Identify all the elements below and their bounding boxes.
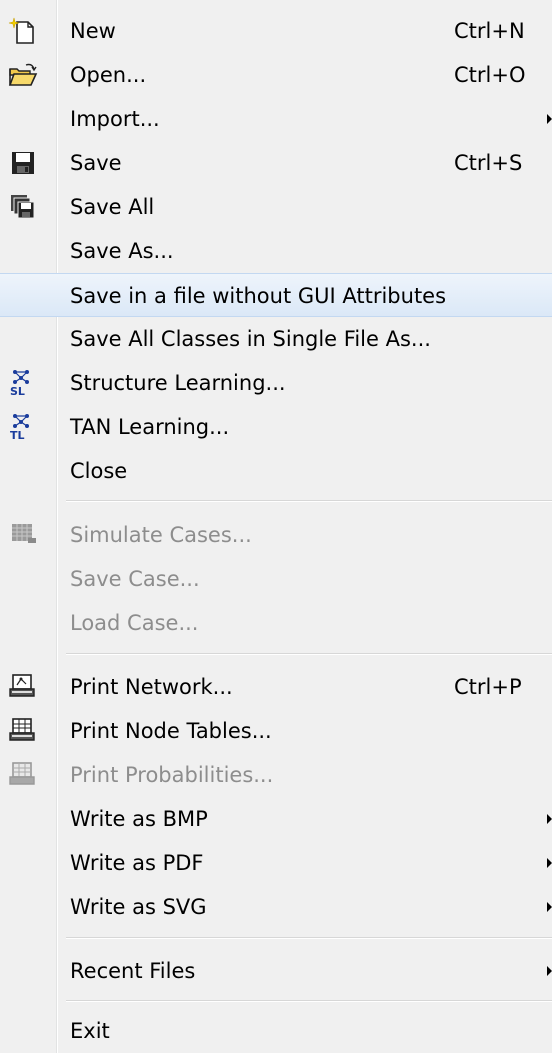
new-file-icon (8, 17, 38, 45)
menu-item-tan-learning[interactable]: TL TAN Learning... (0, 405, 552, 449)
menu-item-label: Print Probabilities... (70, 763, 274, 787)
menu-item-label: Close (70, 459, 128, 483)
menu-item-save-all[interactable]: Save All (0, 185, 552, 229)
simulate-cases-icon (8, 521, 38, 549)
svg-text:TL: TL (10, 429, 25, 441)
open-folder-icon (8, 61, 38, 89)
save-all-icon (8, 193, 38, 221)
menu-item-label: TAN Learning... (70, 415, 230, 439)
menu-item-label: Simulate Cases... (70, 523, 252, 547)
menu-item-label: Recent Files (70, 959, 196, 983)
svg-text:SL: SL (10, 385, 25, 397)
menu-item-label: Save All Classes in Single File As... (70, 327, 431, 351)
menu-item-recent-files[interactable]: Recent Files (0, 949, 552, 993)
menu-item-import[interactable]: Import... (0, 97, 552, 141)
print-network-icon (8, 673, 38, 701)
submenu-arrow-icon (547, 114, 552, 124)
menu-item-print-node-tables[interactable]: Print Node Tables... (0, 709, 552, 753)
menu-item-label: Write as PDF (70, 851, 204, 875)
menu-item-label: Exit (70, 1019, 110, 1043)
menu-item-label: Open... (70, 63, 147, 87)
menu-item-print-probabilities[interactable]: Print Probabilities... (0, 753, 552, 797)
menu-separator (66, 653, 552, 655)
menu-item-label: Structure Learning... (70, 371, 286, 395)
tan-learning-icon: TL (8, 413, 38, 441)
menu-item-label: New (70, 19, 116, 43)
menu-item-write-pdf[interactable]: Write as PDF (0, 841, 552, 885)
menu-item-close[interactable]: Close (0, 449, 552, 493)
shortcut-text: Ctrl+N (454, 19, 525, 43)
file-menu: New Ctrl+N Open... Ctrl+O Import... Save… (0, 0, 552, 1053)
menu-item-label: Write as BMP (70, 807, 208, 831)
menu-separator (66, 500, 552, 502)
menu-item-write-svg[interactable]: Write as SVG (0, 885, 552, 929)
submenu-arrow-icon (547, 814, 552, 824)
menu-item-label: Print Node Tables... (70, 719, 272, 743)
print-tables-icon (8, 717, 38, 745)
menu-item-save-without-gui[interactable]: Save in a file without GUI Attributes (0, 273, 552, 317)
submenu-arrow-icon (547, 858, 552, 868)
menu-item-label: Print Network... (70, 675, 233, 699)
structure-learning-icon: SL (8, 369, 38, 397)
menu-item-load-case[interactable]: Load Case... (0, 601, 552, 645)
submenu-arrow-icon (547, 966, 552, 976)
menu-item-write-bmp[interactable]: Write as BMP (0, 797, 552, 841)
menu-item-save-all-classes[interactable]: Save All Classes in Single File As... (0, 317, 552, 361)
menu-item-open[interactable]: Open... Ctrl+O (0, 53, 552, 97)
menu-item-label: Save As... (70, 239, 174, 263)
save-icon (8, 149, 38, 177)
menu-item-label: Write as SVG (70, 895, 207, 919)
menu-item-save-as[interactable]: Save As... (0, 229, 552, 273)
menu-item-structure-learning[interactable]: SL Structure Learning... (0, 361, 552, 405)
shortcut-text: Ctrl+S (454, 151, 523, 175)
menu-separator (66, 937, 552, 939)
menu-item-label: Import... (70, 107, 160, 131)
submenu-arrow-icon (547, 902, 552, 912)
shortcut-text: Ctrl+O (454, 63, 526, 87)
menu-item-label: Save All (70, 195, 155, 219)
menu-item-label: Save (70, 151, 122, 175)
menu-item-exit[interactable]: Exit (0, 1009, 552, 1053)
print-probabilities-icon (8, 761, 38, 789)
menu-item-new[interactable]: New Ctrl+N (0, 9, 552, 53)
menu-item-label: Load Case... (70, 611, 199, 635)
shortcut-text: Ctrl+P (454, 675, 522, 699)
menu-item-label: Save in a file without GUI Attributes (70, 284, 447, 308)
menu-separator (66, 1000, 552, 1002)
menu-item-save-case[interactable]: Save Case... (0, 557, 552, 601)
menu-item-print-network[interactable]: Print Network... Ctrl+P (0, 665, 552, 709)
menu-item-save[interactable]: Save Ctrl+S (0, 141, 552, 185)
menu-item-simulate-cases[interactable]: Simulate Cases... (0, 513, 552, 557)
menu-item-label: Save Case... (70, 567, 200, 591)
